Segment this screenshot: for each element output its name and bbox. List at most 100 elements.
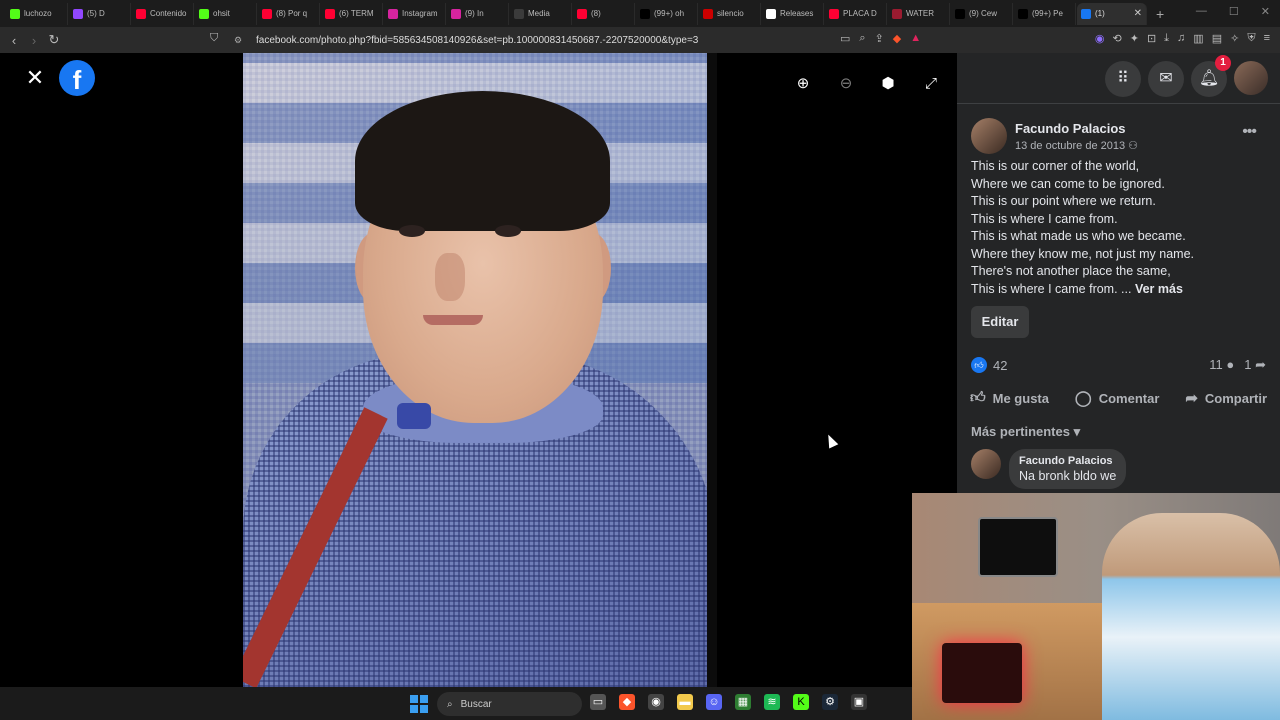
shares-count-group[interactable]: 1 ➦ <box>1244 357 1266 373</box>
shares-count[interactable]: 1 <box>1244 357 1251 372</box>
forward-icon[interactable]: › <box>24 33 44 48</box>
browser-tab[interactable]: PLACA D <box>825 2 887 25</box>
brave-rewards-icon[interactable]: ▲ <box>910 32 921 45</box>
maximize-icon[interactable]: ☐ <box>1229 5 1239 18</box>
screenshot-icon[interactable]: ⊡ <box>1147 32 1156 45</box>
edit-button[interactable]: Editar <box>971 306 1029 338</box>
windows-start-icon[interactable] <box>410 695 428 713</box>
browser-tab[interactable]: Contenido <box>132 2 194 25</box>
browser-tab[interactable]: (6) TERM <box>321 2 383 25</box>
comments-count-group[interactable]: 11 ● <box>1209 357 1234 373</box>
share-icon[interactable]: ⇪ <box>875 32 884 45</box>
brave-shield-icon[interactable]: ◆ <box>893 32 901 45</box>
browser-tab[interactable]: Releases <box>762 2 824 25</box>
bookmark-icon[interactable]: ⛉ <box>210 32 218 45</box>
search-icon: ⌕ <box>447 698 453 710</box>
taskbar-search[interactable]: ⌕ Buscar <box>437 692 582 716</box>
tab-favicon-icon <box>1018 8 1028 19</box>
share-button[interactable]: ➦ Compartir <box>1185 389 1267 407</box>
reload-icon[interactable]: ↻ <box>44 32 64 48</box>
browser-tab[interactable]: ohsit <box>195 2 257 25</box>
browser-tab[interactable]: (9) In <box>447 2 509 25</box>
obs-icon[interactable]: ◉ <box>648 694 664 710</box>
comment-button[interactable]: ◯ Comentar <box>1075 389 1159 407</box>
likes-count[interactable]: 42 <box>993 358 1007 373</box>
brave-icon[interactable]: ◆ <box>619 694 635 710</box>
post-date[interactable]: 13 de octubre de 2013 ⚇ <box>1015 139 1138 152</box>
webcam-person <box>1102 513 1280 720</box>
account-avatar[interactable] <box>1234 61 1268 95</box>
messenger-icon[interactable]: ✉ <box>1148 61 1184 97</box>
new-tab-icon[interactable]: + <box>1156 6 1164 22</box>
browser-tab[interactable]: Media <box>510 2 572 25</box>
post-photo[interactable] <box>243 53 717 687</box>
more-options-icon[interactable]: ••• <box>1242 123 1257 141</box>
steam-icon[interactable]: ⚙ <box>822 694 838 710</box>
tab-label: Releases <box>780 9 814 18</box>
menu-grid-icon[interactable]: ⠿ <box>1105 61 1141 97</box>
commenter-avatar[interactable] <box>971 449 1001 479</box>
friends-audience-icon: ⚇ <box>1128 139 1139 152</box>
fullscreen-icon[interactable]: ⤢ <box>917 72 945 96</box>
game-icon[interactable]: ▣ <box>851 694 867 710</box>
download-icon[interactable]: ⤓ <box>1164 32 1169 45</box>
spotify-icon[interactable]: ≋ <box>764 694 780 710</box>
browser-tab[interactable]: (99+) Pe <box>1014 2 1076 25</box>
puzzle-icon[interactable]: ✦ <box>1130 32 1139 45</box>
browser-tab[interactable]: Instagram <box>384 2 446 25</box>
author-avatar[interactable] <box>971 118 1007 154</box>
task-view-icon[interactable]: ▭ <box>590 694 606 710</box>
zoom-out-icon[interactable]: ⊖ <box>832 72 860 96</box>
post-date-text[interactable]: 13 de octubre de 2013 <box>1015 140 1125 152</box>
see-more-link[interactable]: Ver más <box>1135 282 1183 296</box>
browser-tab[interactable]: luchozo <box>6 2 68 25</box>
browser-tab[interactable]: (99+) oh <box>636 2 698 25</box>
browser-tab[interactable]: (9) Cew <box>951 2 1013 25</box>
author-name[interactable]: Facundo Palacios <box>1015 121 1138 136</box>
zoom-icon[interactable]: ⌕ <box>859 32 865 45</box>
translate-icon[interactable]: ⟲ <box>1113 32 1122 45</box>
browser-tab[interactable]: (8) Por q <box>258 2 320 25</box>
site-info-icon[interactable]: ⚙ <box>234 35 248 46</box>
reactions-summary[interactable]: 👍︎ 42 <box>971 357 1007 373</box>
photo-eye-right <box>495 225 521 237</box>
comment-item: Facundo Palacios Na bronk bldo we <box>971 449 1127 489</box>
tab-label: Instagram <box>402 9 438 18</box>
tag-icon[interactable]: ⬢ <box>874 72 902 96</box>
folder-icon[interactable]: ▬ <box>677 694 693 710</box>
zoom-in-icon[interactable]: ⊕ <box>789 72 817 96</box>
leo-icon[interactable]: ✧ <box>1230 32 1239 45</box>
extensions-bar: ◉ ⟲ ✦ ⊡ ⤓ ♫ ▥ ▤ ✧ ⛨ ≡ <box>1095 32 1270 45</box>
close-tab-icon[interactable]: ✕ <box>1134 8 1142 19</box>
url-text[interactable]: facebook.com/photo.php?fbid=585634508140… <box>256 35 698 46</box>
minimize-icon[interactable]: — <box>1196 5 1207 18</box>
facebook-logo[interactable]: f <box>59 60 95 96</box>
notifications-icon[interactable]: 🔔︎ 1 <box>1191 55 1231 97</box>
cast-icon[interactable]: ▭ <box>840 32 850 45</box>
discord-icon[interactable]: ☺ <box>706 694 722 710</box>
comments-count[interactable]: 11 <box>1209 357 1223 372</box>
kick-icon[interactable]: K <box>793 694 809 710</box>
browser-tab[interactable]: (5) D <box>69 2 131 25</box>
back-icon[interactable]: ‹ <box>4 33 24 48</box>
browser-tab[interactable]: (8) <box>573 2 635 25</box>
minecraft-icon[interactable]: ▦ <box>735 694 751 710</box>
comment-sort-dropdown[interactable]: Más pertinentes ▾ <box>971 424 1080 440</box>
sidebar-icon[interactable]: ▥ <box>1193 32 1203 45</box>
extension-icon[interactable]: ◉ <box>1095 32 1105 45</box>
photo-eye-left <box>399 225 425 237</box>
browser-tab[interactable]: WATER <box>888 2 950 25</box>
tab-favicon-icon <box>766 8 776 19</box>
wallet-icon[interactable]: ▤ <box>1212 32 1222 45</box>
browser-tab[interactable]: (1) ✕ <box>1077 2 1147 25</box>
close-window-icon[interactable]: ✕ <box>1261 5 1270 18</box>
url-actions: ▭ ⌕ ⇪ ◆ ▲ <box>840 32 921 45</box>
close-icon[interactable]: ✕ <box>24 67 46 89</box>
tab-favicon-icon <box>829 8 839 19</box>
like-button[interactable]: 👍︎ Me gusta <box>970 389 1049 407</box>
vpn-icon[interactable]: ⛨ <box>1247 32 1255 45</box>
music-icon[interactable]: ♫ <box>1177 32 1185 45</box>
menu-icon[interactable]: ≡ <box>1264 32 1270 45</box>
commenter-name[interactable]: Facundo Palacios <box>1019 455 1116 467</box>
browser-tab[interactable]: silencio <box>699 2 761 25</box>
